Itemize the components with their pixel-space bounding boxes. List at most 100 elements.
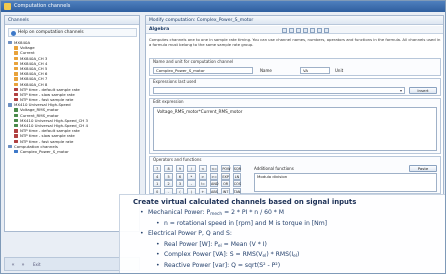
channel-icon [14,139,18,143]
overlay-line-text: Mechanical Power: Pmech = 2 * PI * n / 6… [148,209,285,217]
modify-panel-title: Modify computation: Complex_Power_S_moto… [146,16,443,25]
channel-icon [14,124,18,128]
insert-button[interactable]: Insert [409,87,437,94]
operators-label: Operators and functions [153,157,202,162]
channel-icon [14,118,18,123]
operator-keypad: 7 8 9/< <= POW SQR 4 5 6 * > >= EXP LN 1 2 3- != AND OR COS 0… [153,165,245,194]
operator-key[interactable]: OR [221,180,230,187]
operator-key[interactable]: * [187,172,196,180]
next-button[interactable]: » [19,261,27,269]
operator-key[interactable]: <= [210,165,219,172]
channel-icon [14,77,18,81]
operator-key[interactable]: 1 [153,180,162,187]
toolbar-button[interactable] [324,27,329,33]
overlay-heading: Create virtual calculated channels based… [133,198,357,206]
operator-key[interactable]: < [198,165,207,172]
channel-icon [14,134,18,138]
operator-key[interactable]: 7 [153,165,162,172]
algebra-section-label: Algebra [149,27,170,32]
edit-expression-label: Edit expression [153,99,184,104]
paste-button[interactable]: Paste [409,165,437,172]
algebra-toolbar: Algebra [146,26,443,34]
channel-icon [14,129,18,133]
name-label: Name [260,68,272,73]
expression-editor[interactable]: Voltage_RMS_motor*Current_RMS_motor [153,107,437,151]
overlay-line: • Mechanical Power: Pmech = 2 * PI * n / … [140,209,285,220]
operator-key[interactable]: 2 [164,180,173,187]
channel-icon [14,87,18,92]
tree-item-label: Complex_Power_S_motor [20,148,69,154]
toolbar-button[interactable] [282,27,287,33]
name-unit-label: Name and unit for computation channel [153,59,234,64]
previous-button[interactable]: « [9,261,17,269]
overlay-line: • Real Power [W]: Pel = Mean (V * I) [156,240,267,252]
device-icon [8,103,12,107]
channels-panel-title: Channels [5,16,139,25]
overlay-line-text: Complex Power [VA]: S = RMS(Vel) * RMS(I… [164,251,300,260]
operator-key[interactable]: 4 [153,172,162,180]
toolbar-button[interactable] [310,27,315,33]
expressions-last-used-group: Expressions last used Insert [149,78,441,96]
operator-key[interactable]: LN [232,172,242,180]
channel-icon [14,46,18,50]
operator-key[interactable]: 5 [164,172,173,180]
operator-key[interactable]: 8 [164,165,173,172]
overlay-line-text: Electrical Power P, Q and S: [148,230,232,238]
bullet-icon: • [156,262,160,269]
operator-key[interactable]: >= [210,172,219,180]
channel-icon [14,113,18,118]
operator-key[interactable]: AND [210,180,218,187]
bullet-icon: • [140,209,144,216]
list-item[interactable]: Modulo division [257,174,287,179]
channel-icon [14,72,18,76]
additional-functions-list[interactable]: Modulo division [254,173,437,192]
app-icon [4,3,11,10]
algebra-description: Computes channels one to one in sample r… [149,37,441,47]
channel-icon [14,92,18,97]
operator-key[interactable]: > [198,172,207,180]
bullet-icon: • [156,251,160,259]
edit-expression-group: Edit expression Voltage_RMS_motor*Curren… [149,98,441,154]
overlay-line: • n = rotational speed in [rpm] and M is … [156,219,328,229]
toolbar-button[interactable] [303,27,308,33]
operator-key[interactable]: / [187,165,196,172]
toolbar-button[interactable] [317,27,322,33]
device-icon [8,41,12,45]
tree-item[interactable]: Complex_Power_S_motor [8,149,138,154]
bullet-icon: • [156,240,160,248]
operator-key[interactable]: != [198,180,207,187]
channel-icon [14,51,18,55]
operator-key[interactable]: COS [232,180,242,187]
unit-label: Unit [335,68,344,73]
title-bar: Computation channels [1,1,445,12]
unit-field[interactable]: VA [300,67,330,74]
bullet-icon: • [156,219,160,227]
operator-key[interactable]: POW [221,165,230,172]
overlay-line-text: Real Power [W]: Pel = Mean (V * I) [164,240,267,249]
channel-icon [14,66,18,71]
toolbar-button[interactable] [289,27,294,33]
toolbar-button[interactable] [296,27,301,33]
overlay-line-text: n = rotational speed in [rpm] and M is t… [164,219,328,227]
overlay-line: • Electrical Power P, Q and S: [140,230,232,239]
operators-functions-group: Operators and functions 7 8 9/< <= POW SQR 4 5 6… [149,156,441,194]
exit-label[interactable]: Exit [33,261,41,269]
help-link[interactable]: Help on computation channels [8,28,137,37]
help-icon [11,30,16,36]
operator-key[interactable]: - [187,180,196,187]
window-title: Computation channels [14,3,71,9]
expressions-dropdown[interactable] [153,87,405,94]
computation-channels-window: Computation channels Channels Help on co… [0,0,446,274]
channel-tree: MX840A Voltage Current MX840A_CH 3 MX840A_CH… [8,40,138,154]
overlay-line: • Reactive Power [var]: Q = sqrt(S² - P²) [156,262,280,271]
chevron-down-icon [400,90,402,92]
operator-key[interactable]: EXP [221,172,230,180]
operator-key[interactable]: 6 [175,172,185,180]
name-field[interactable]: Complex_Power_S_motor [153,67,253,74]
operator-key[interactable]: SQR [232,165,242,172]
operator-key[interactable]: 3 [175,180,185,187]
channel-icon [14,108,18,112]
channel-icon [14,98,18,102]
operator-key[interactable]: 9 [175,165,185,172]
info-overlay: Create virtual calculated channels based… [119,194,445,273]
